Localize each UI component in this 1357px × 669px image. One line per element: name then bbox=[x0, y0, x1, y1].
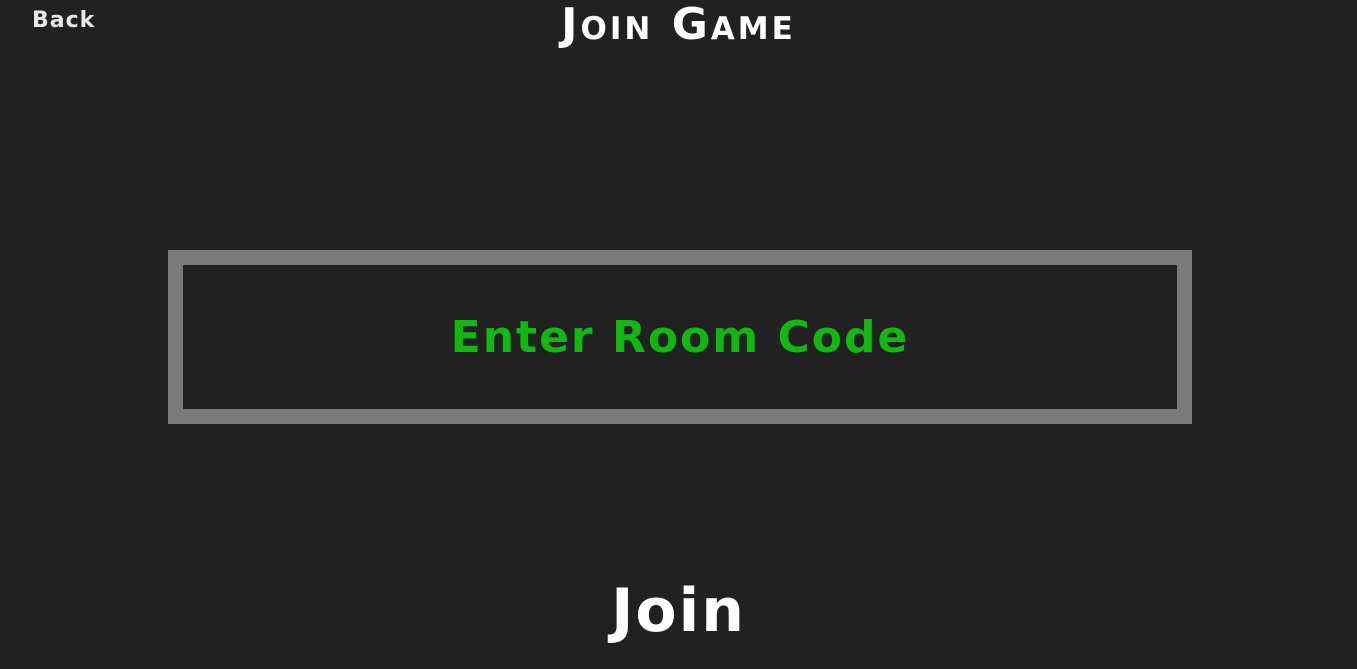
page-title: Join Game bbox=[561, 0, 796, 50]
room-code-box[interactable] bbox=[168, 250, 1192, 424]
join-button-label: Join bbox=[611, 576, 746, 646]
room-code-input[interactable] bbox=[183, 265, 1177, 409]
join-button[interactable]: Join bbox=[0, 576, 1357, 646]
